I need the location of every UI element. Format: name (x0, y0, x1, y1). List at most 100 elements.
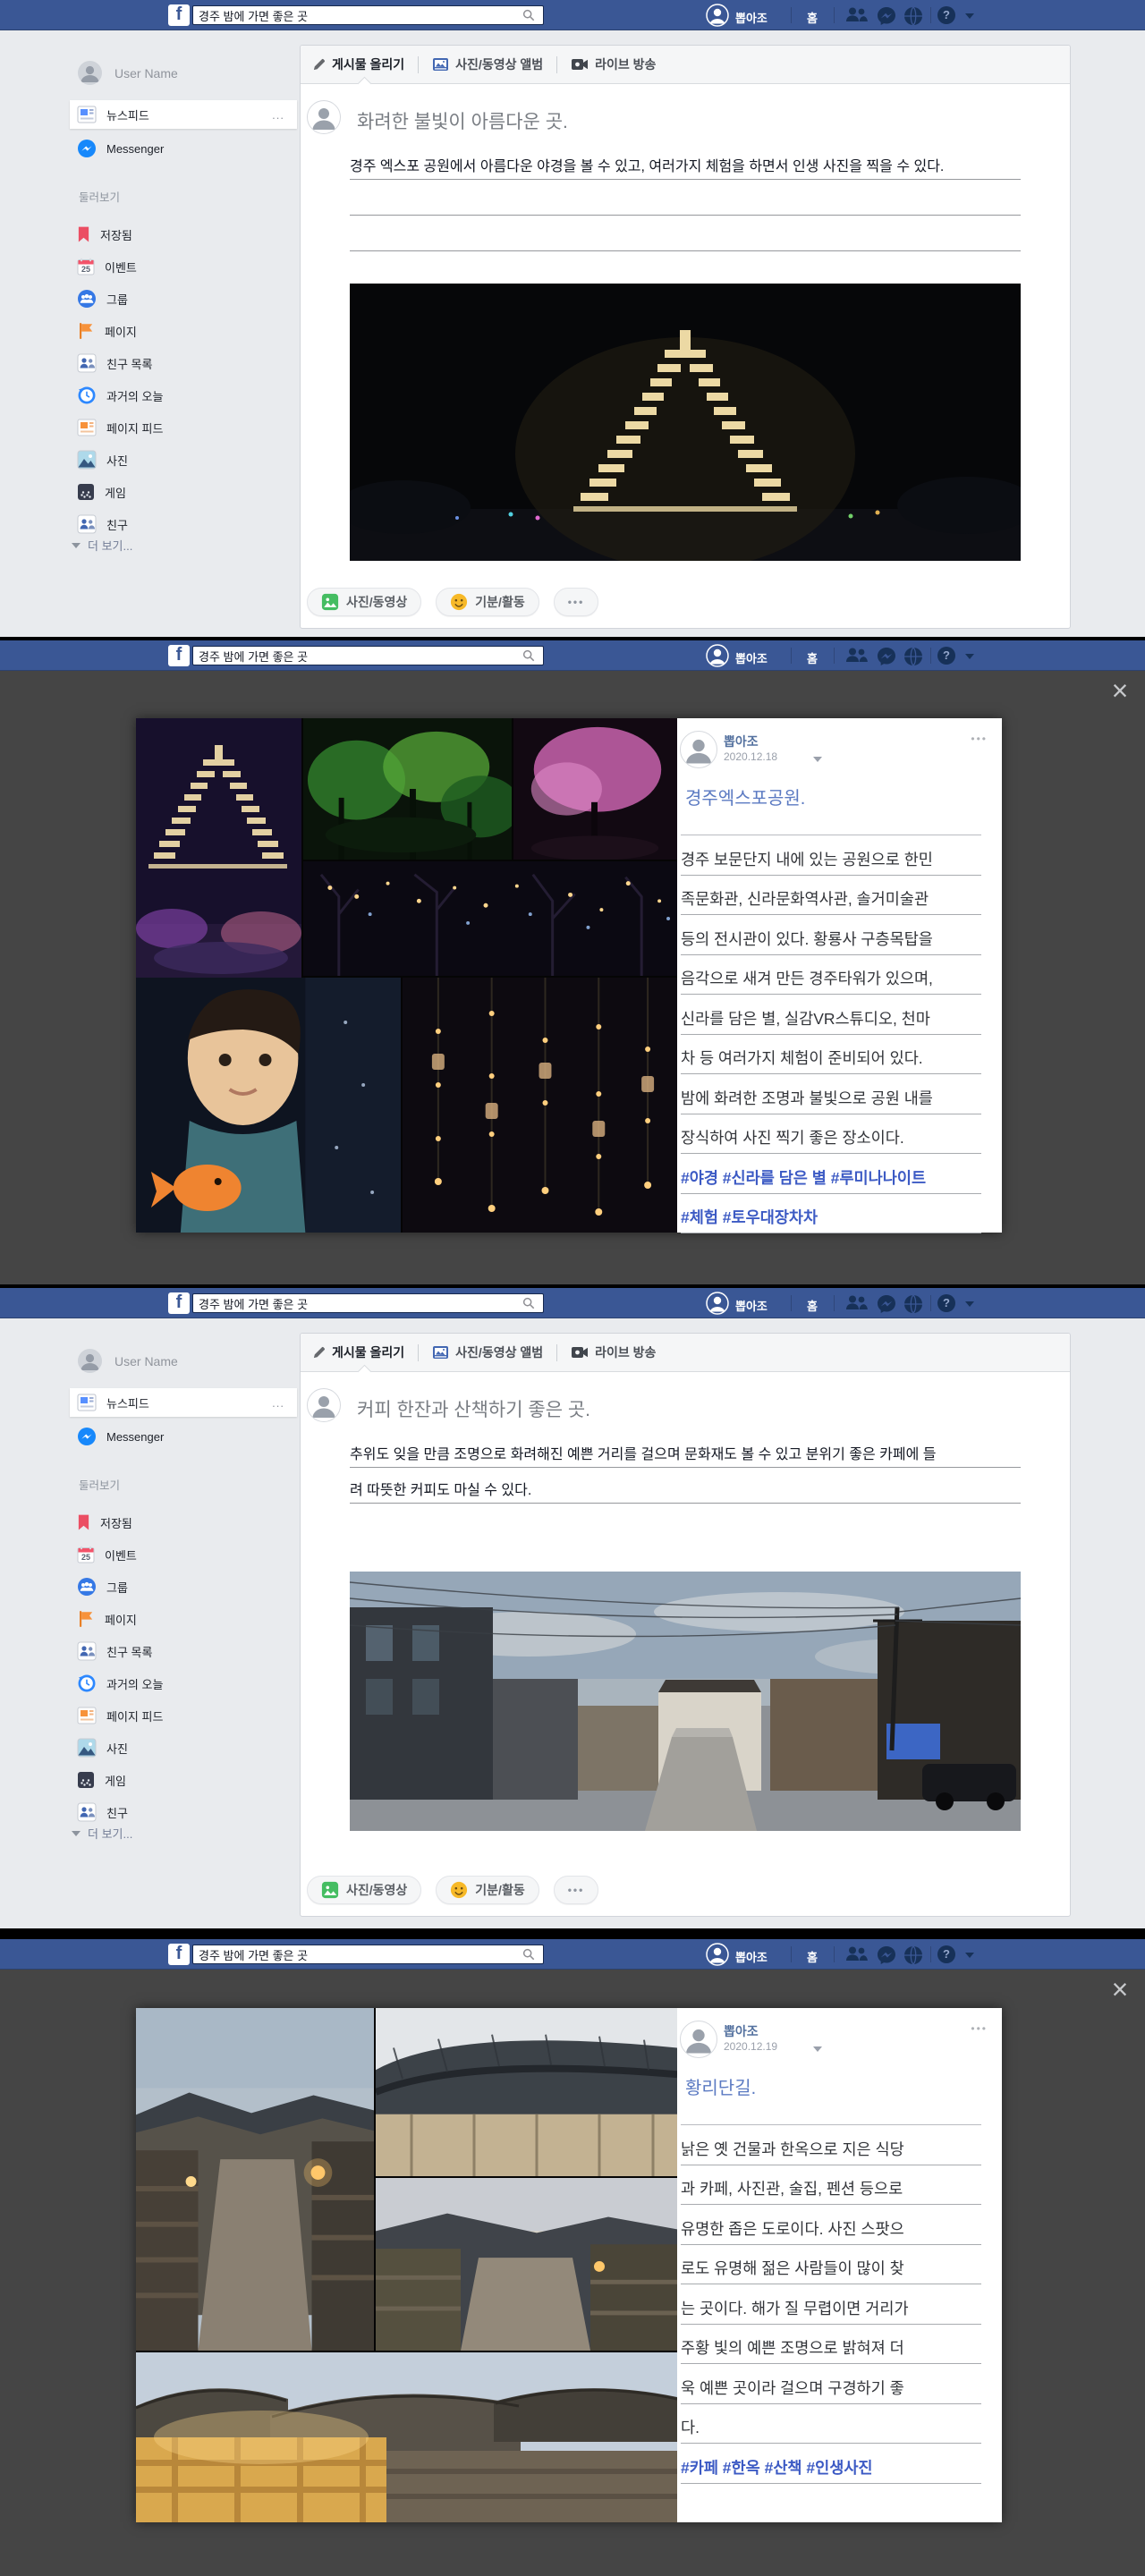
header-profile-link[interactable]: 뽑아조 (735, 1297, 768, 1314)
collage-photo-media-art-woman[interactable] (136, 978, 401, 1233)
post-menu-button[interactable]: ••• (971, 733, 988, 745)
sidebar-item-on-this-day[interactable]: 과거의 오늘 (70, 1669, 297, 1698)
author-name-link[interactable]: 뽑아조 (724, 733, 759, 750)
tab-photo-video-album[interactable]: 사진/동영상 앨범 (432, 1343, 543, 1361)
search-icon[interactable] (522, 649, 535, 662)
notifications-globe-icon[interactable] (903, 1294, 923, 1314)
place-title-link[interactable]: 경주엑스포공원. (685, 784, 805, 809)
close-icon[interactable]: × (1107, 678, 1133, 705)
search-input[interactable] (192, 646, 544, 665)
collage-photo-pink-tree[interactable] (513, 718, 677, 860)
tab-live-video[interactable]: 라이브 방송 (571, 1343, 656, 1361)
header-profile-link[interactable]: 뽑아조 (735, 9, 768, 26)
facebook-logo[interactable]: f (168, 1944, 190, 1965)
header-avatar-icon[interactable] (706, 644, 729, 667)
sidebar-item-events[interactable]: 25 이벤트 (70, 252, 297, 281)
search-input[interactable] (192, 1945, 544, 1964)
photo-video-button[interactable]: 사진/동영상 (307, 1876, 421, 1904)
search-icon[interactable] (522, 1948, 535, 1961)
feeling-activity-button[interactable]: 기분/활동 (436, 1876, 539, 1904)
header-profile-link[interactable]: 뽑아조 (735, 1948, 768, 1965)
messages-icon[interactable] (877, 6, 896, 26)
sidebar-see-more[interactable]: 더 보기... (72, 537, 132, 554)
sidebar-item-friend-lists[interactable]: 친구 목록 (70, 349, 297, 377)
collage-photo-hanok-street[interactable] (376, 2178, 677, 2351)
tab-live-video[interactable]: 라이브 방송 (571, 55, 656, 73)
friend-requests-icon[interactable] (844, 6, 868, 23)
friend-requests-icon[interactable] (844, 1945, 868, 1962)
header-avatar-icon[interactable] (706, 1292, 729, 1315)
messages-icon[interactable] (877, 1294, 896, 1314)
search-icon[interactable] (522, 9, 535, 21)
post-body-editor[interactable]: 추위도 잊을 만큼 조명으로 화려해진 예쁜 거리를 걸으며 문화재도 볼 수 … (350, 1432, 1021, 1504)
more-options-button[interactable]: ••• (554, 1876, 599, 1904)
sidebar-item-games[interactable]: 게임 (70, 1766, 297, 1794)
header-profile-link[interactable]: 뽑아조 (735, 649, 768, 666)
sidebar-profile[interactable]: User Name (78, 1349, 178, 1373)
sidebar-item-messenger[interactable]: Messenger (70, 1422, 297, 1451)
header-avatar-icon[interactable] (706, 4, 729, 27)
sidebar-item-saved[interactable]: 저장됨 (70, 1508, 297, 1537)
header-home-link[interactable]: 홈 (807, 1948, 818, 1965)
caret-down-icon[interactable] (813, 2046, 822, 2052)
facebook-logo[interactable]: f (168, 645, 190, 666)
sidebar-item-on-this-day[interactable]: 과거의 오늘 (70, 381, 297, 410)
photo-video-button[interactable]: 사진/동영상 (307, 588, 421, 616)
collage-photo-golden-roofs[interactable] (136, 2352, 677, 2522)
feeling-activity-button[interactable]: 기분/활동 (436, 588, 539, 616)
sidebar-item-groups[interactable]: 그룹 (70, 1572, 297, 1601)
post-photo-street-dusk[interactable] (350, 1572, 1021, 1831)
hashtag-links[interactable]: #카페 #한옥 #산책 #인생사진 (681, 2444, 981, 2484)
post-menu-button[interactable]: ••• (971, 2022, 988, 2035)
account-caret-icon[interactable] (965, 1301, 974, 1307)
sidebar-item-newsfeed[interactable]: 뉴스피드 ... (70, 100, 297, 129)
help-icon[interactable]: ? (937, 1945, 955, 1963)
header-home-link[interactable]: 홈 (807, 1297, 818, 1314)
account-caret-icon[interactable] (965, 13, 974, 19)
help-icon[interactable]: ? (937, 647, 955, 665)
sidebar-item-newsfeed[interactable]: 뉴스피드 ... (70, 1388, 297, 1417)
sidebar-item-friend-lists[interactable]: 친구 목록 (70, 1637, 297, 1665)
sidebar-item-friends[interactable]: 친구 (70, 1798, 297, 1826)
search-input[interactable] (192, 1293, 544, 1313)
friend-requests-icon[interactable] (844, 1294, 868, 1311)
place-title-link[interactable]: 황리단길. (685, 2073, 756, 2099)
close-icon[interactable]: × (1107, 1977, 1133, 2004)
newsfeed-options[interactable]: ... (272, 1396, 284, 1410)
collage-photo-light-trees[interactable] (303, 861, 677, 976)
sidebar-item-games[interactable]: 게임 (70, 478, 297, 506)
post-body-editor[interactable]: 경주 엑스포 공원에서 아름다운 야경을 볼 수 있고, 여러가지 체험을 하면… (350, 144, 1021, 251)
notifications-globe-icon[interactable] (903, 1945, 923, 1965)
sidebar-item-pages-feed[interactable]: 페이지 피드 (70, 1701, 297, 1730)
hashtag-links[interactable]: #체험 #토우대장차차 (681, 1194, 981, 1234)
friend-requests-icon[interactable] (844, 647, 868, 664)
facebook-logo[interactable]: f (168, 1292, 190, 1314)
messages-icon[interactable] (877, 647, 896, 666)
messages-icon[interactable] (877, 1945, 896, 1965)
collage-photo-green-projection[interactable] (303, 718, 512, 860)
sidebar-item-pages[interactable]: 페이지 (70, 317, 297, 345)
sidebar-item-pages-feed[interactable]: 페이지 피드 (70, 413, 297, 442)
help-icon[interactable]: ? (937, 1294, 955, 1312)
header-avatar-icon[interactable] (706, 1943, 729, 1966)
collage-photo-hanok-roof[interactable] (376, 2008, 677, 2176)
collage-photo-hanging-lights[interactable] (403, 978, 677, 1233)
author-name-link[interactable]: 뽑아조 (724, 2022, 759, 2040)
sidebar-item-groups[interactable]: 그룹 (70, 284, 297, 313)
account-caret-icon[interactable] (965, 1953, 974, 1958)
sidebar-item-photos[interactable]: 사진 (70, 445, 297, 474)
sidebar-profile[interactable]: User Name (78, 61, 178, 85)
header-home-link[interactable]: 홈 (807, 649, 818, 666)
post-photo-tower-night[interactable] (350, 284, 1021, 561)
caret-down-icon[interactable] (813, 757, 822, 762)
sidebar-item-saved[interactable]: 저장됨 (70, 220, 297, 249)
header-home-link[interactable]: 홈 (807, 9, 818, 26)
post-title[interactable]: 화려한 불빛이 아름다운 곳. (357, 107, 568, 134)
notifications-globe-icon[interactable] (903, 647, 923, 666)
collage-photo-tower-purple[interactable] (136, 718, 301, 978)
hashtag-links[interactable]: #야경 #신라를 담은 별 #루미나나이트 (681, 1154, 981, 1194)
newsfeed-options[interactable]: ... (272, 108, 284, 122)
sidebar-item-friends[interactable]: 친구 (70, 510, 297, 538)
post-title[interactable]: 커피 한잔과 산책하기 좋은 곳. (357, 1395, 590, 1422)
post-date[interactable]: 2020.12.18 (724, 750, 777, 763)
